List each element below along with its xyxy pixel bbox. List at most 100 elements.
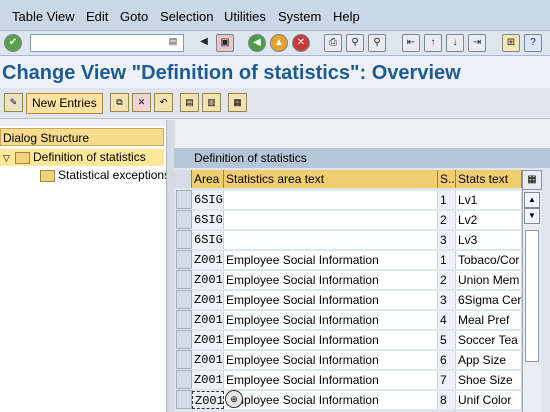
table-row[interactable]: Z001 Employee Social Information 3 6Sigm… (174, 290, 550, 310)
cell-statistics-area-text[interactable]: Employee Social Information (224, 391, 438, 409)
row-selector[interactable] (176, 250, 192, 269)
create-session-icon[interactable]: ⊞ (502, 34, 520, 52)
scroll-thumb[interactable] (525, 230, 539, 362)
table-row[interactable]: 6SIG 2 Lv2 (174, 210, 550, 230)
row-selector[interactable] (176, 330, 192, 349)
cell-area: Z001 (192, 271, 224, 289)
cell-stats-text[interactable]: Lv1 (456, 191, 522, 209)
tree-node-statistical-exceptions[interactable]: Statistical exceptions (40, 167, 170, 184)
cell-stats-text[interactable]: Soccer Tea (456, 331, 522, 349)
column-header-statistics-area-text[interactable]: Statistics area text (224, 170, 438, 188)
save-icon[interactable]: ▣ (216, 34, 234, 52)
display-change-icon[interactable]: ✎ (4, 93, 23, 112)
cell-s: 3 (438, 231, 456, 249)
table-row[interactable]: Z001 Employee Social Information 2 Union… (174, 270, 550, 290)
dialog-structure-panel: Dialog Structure ▽ Definition of statisti… (0, 126, 170, 412)
application-toolbar: ✎ New Entries ⧉ ✕ ↶ ▤ ▥ ▦ (0, 88, 550, 119)
cell-area: Z001 (192, 331, 224, 349)
cell-statistics-area-text[interactable]: Employee Social Information (224, 291, 438, 309)
menu-item-goto[interactable]: Goto (120, 9, 148, 24)
table-row[interactable]: 6SIG 1 Lv1 (174, 190, 550, 210)
tree-node-definition-of-statistics[interactable]: ▽ Definition of statistics (0, 149, 164, 166)
table-row[interactable]: Z001 Employee Social Information 1 Tobac… (174, 250, 550, 270)
row-selector[interactable] (176, 270, 192, 289)
table-row[interactable]: Z001 Employee Social Information 6 App S… (174, 350, 550, 370)
cell-stats-text[interactable]: Lv2 (456, 211, 522, 229)
menu-item-utilities[interactable]: Utilities (224, 9, 266, 24)
standard-toolbar: ✔ ▤ ◀ ▣ ◀ ▲ ✕ ⎙ ⚲ ⚲ ⇤ ↑ ↓ ⇥ ⊞ ? (0, 30, 550, 56)
first-page-icon[interactable]: ⇤ (402, 34, 420, 52)
back-icon[interactable]: ◀ (248, 34, 266, 52)
cell-statistics-area-text[interactable]: Employee Social Information (224, 311, 438, 329)
next-page-icon[interactable]: ↓ (446, 34, 464, 52)
table-row[interactable]: Z001 Employee Social Information 5 Socce… (174, 330, 550, 350)
cell-statistics-area-text[interactable]: Employee Social Information (224, 371, 438, 389)
cell-s: 2 (438, 271, 456, 289)
enter-icon[interactable]: ✔ (4, 34, 22, 52)
cell-stats-text[interactable]: Meal Pref (456, 311, 522, 329)
cell-statistics-area-text[interactable]: Employee Social Information (224, 251, 438, 269)
menu-item-system[interactable]: System (278, 9, 321, 24)
cell-stats-text[interactable]: Unif Color (456, 391, 522, 409)
cell-stats-text[interactable]: Lv3 (456, 231, 522, 249)
cell-statistics-area-text[interactable]: Employee Social Information (224, 271, 438, 289)
select-all-icon[interactable]: ▤ (180, 93, 199, 112)
find-next-icon[interactable]: ⚲ (368, 34, 386, 52)
menu-item-table-view[interactable]: Table View (12, 9, 75, 24)
cell-stats-text[interactable]: 6Sigma Cer (456, 291, 522, 309)
table-row[interactable]: 6SIG 3 Lv3 (174, 230, 550, 250)
row-selector[interactable] (176, 310, 192, 329)
row-selector[interactable] (176, 190, 192, 209)
row-selector[interactable] (176, 230, 192, 249)
row-selector[interactable] (176, 290, 192, 309)
menu-item-help[interactable]: Help (333, 9, 360, 24)
table-row[interactable]: Z001 Employee Social Information 7 Shoe … (174, 370, 550, 390)
exit-icon[interactable]: ▲ (270, 34, 288, 52)
find-icon[interactable]: ⚲ (346, 34, 364, 52)
menu-item-selection[interactable]: Selection (160, 9, 213, 24)
cell-stats-text[interactable]: Union Mem (456, 271, 522, 289)
command-input[interactable] (31, 36, 165, 50)
cell-s: 1 (438, 251, 456, 269)
select-all-column-header[interactable] (174, 170, 192, 188)
vertical-scrollbar[interactable]: ▲ ▼ (522, 190, 541, 412)
row-selector[interactable] (176, 350, 192, 369)
cell-statistics-area-text[interactable]: Employee Social Information (224, 331, 438, 349)
cell-statistics-area-text[interactable] (224, 191, 438, 209)
row-selector[interactable] (176, 390, 192, 409)
select-block-icon[interactable]: ▥ (202, 93, 221, 112)
help-icon[interactable]: ? (524, 34, 542, 52)
prev-page-icon[interactable]: ↑ (424, 34, 442, 52)
cell-stats-text[interactable]: Shoe Size (456, 371, 522, 389)
cell-area: Z001 (192, 291, 224, 309)
cell-statistics-area-text[interactable] (224, 211, 438, 229)
menu-item-edit[interactable]: Edit (86, 9, 108, 24)
cell-statistics-area-text[interactable] (224, 231, 438, 249)
cell-stats-text[interactable]: Tobaco/Cor (456, 251, 522, 269)
table-settings-icon[interactable]: ▦ (522, 170, 542, 190)
scroll-down-icon[interactable]: ▼ (524, 208, 540, 224)
command-field[interactable] (30, 34, 184, 52)
cancel-icon[interactable]: ✕ (292, 34, 310, 52)
command-history-icon[interactable]: ▤ (168, 36, 178, 48)
delete-icon[interactable]: ✕ (132, 93, 151, 112)
cell-area: Z001 (192, 391, 224, 409)
dropdown-left-icon[interactable]: ◀ (196, 34, 212, 50)
column-header-s[interactable]: S... (438, 170, 456, 188)
cell-statistics-area-text[interactable]: Employee Social Information (224, 351, 438, 369)
scroll-up-icon[interactable]: ▲ (524, 192, 540, 208)
deselect-all-icon[interactable]: ▦ (228, 93, 247, 112)
new-entries-button[interactable]: New Entries (26, 93, 103, 114)
print-icon[interactable]: ⎙ (324, 34, 342, 52)
table-row[interactable]: Z001 Employee Social Information 4 Meal … (174, 310, 550, 330)
cell-stats-text[interactable]: App Size (456, 351, 522, 369)
menu-bar: Table View Edit Goto Selection Utilities… (0, 0, 550, 30)
column-header-area[interactable]: Area (192, 170, 224, 188)
last-page-icon[interactable]: ⇥ (468, 34, 486, 52)
undo-change-icon[interactable]: ↶ (154, 93, 173, 112)
column-header-stats-text[interactable]: Stats text (456, 170, 522, 188)
expand-icon[interactable]: ▽ (3, 150, 15, 167)
row-selector[interactable] (176, 370, 192, 389)
copy-as-icon[interactable]: ⧉ (110, 93, 129, 112)
row-selector[interactable] (176, 210, 192, 229)
